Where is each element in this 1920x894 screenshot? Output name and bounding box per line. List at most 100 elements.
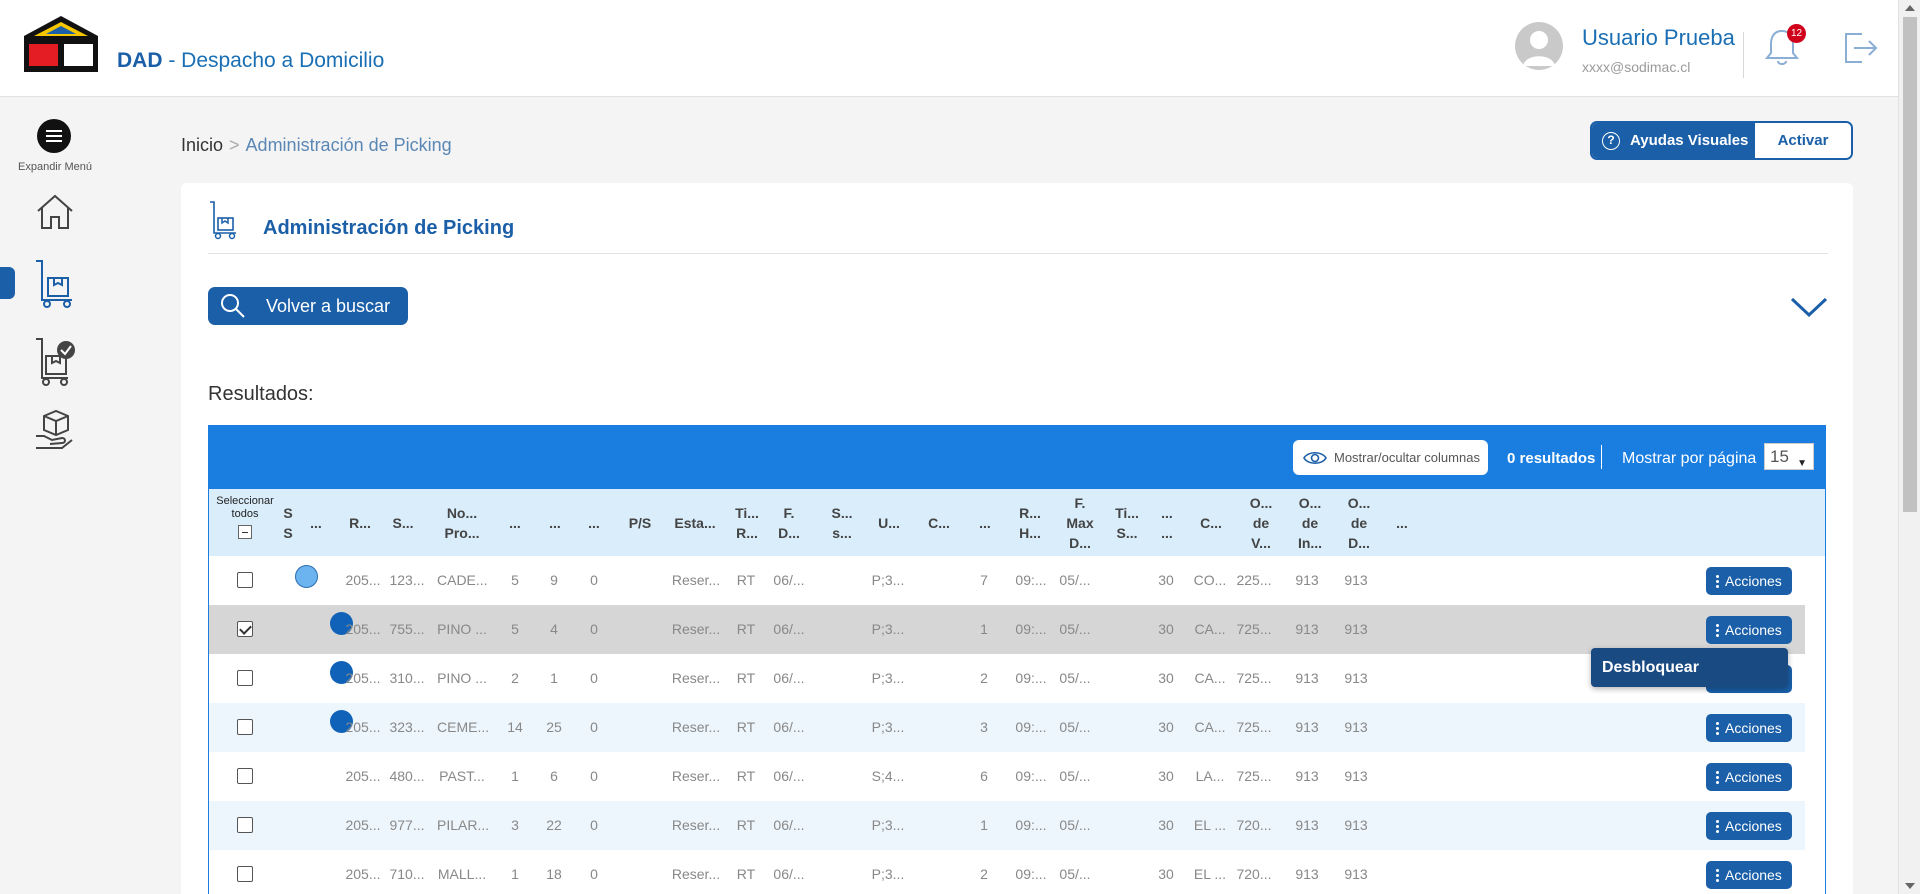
table-cell: 205... bbox=[345, 670, 381, 686]
row-checkbox[interactable] bbox=[237, 768, 253, 784]
delivery-hand-icon[interactable] bbox=[34, 408, 76, 450]
picking-done-icon[interactable] bbox=[34, 336, 76, 386]
select-all-checkbox[interactable] bbox=[238, 525, 252, 539]
scroll-up-arrow-icon[interactable] bbox=[1905, 5, 1915, 11]
table-cell: RT bbox=[736, 817, 756, 833]
logout-icon[interactable] bbox=[1840, 28, 1880, 68]
table-cell: 30 bbox=[1158, 866, 1174, 882]
toggle-columns-button[interactable]: Mostrar/ocultar columnas bbox=[1293, 440, 1488, 475]
table-cell: 3 bbox=[980, 719, 988, 735]
actions-label: Acciones bbox=[1725, 720, 1782, 736]
table-cell: 1 bbox=[980, 621, 988, 637]
activate-button[interactable]: Activar bbox=[1755, 123, 1851, 158]
table-cell: EL ... bbox=[1193, 866, 1227, 882]
table-row[interactable]: 205... 323... CEME... 14 25 0 Reser... RT 06/...… bbox=[209, 703, 1805, 752]
table-cell: 0 bbox=[590, 719, 598, 735]
select-all[interactable]: Seleccionar todos bbox=[214, 495, 276, 539]
column-header[interactable]: U... bbox=[870, 489, 908, 556]
row-checkbox[interactable] bbox=[237, 866, 253, 882]
table-cell: 05/... bbox=[1059, 866, 1091, 882]
unlock-menu-item[interactable]: Desbloquear bbox=[1591, 648, 1788, 687]
table-row[interactable]: 205... 710... MALL... 1 18 0 Reser... RT 06/... P… bbox=[209, 850, 1805, 894]
table-cell: 0 bbox=[590, 670, 598, 686]
actions-button[interactable]: Acciones bbox=[1706, 861, 1792, 889]
table-cell bbox=[621, 703, 657, 752]
table-cell: CA... bbox=[1194, 621, 1226, 637]
table-cell bbox=[821, 605, 861, 654]
column-header[interactable]: ... bbox=[1389, 489, 1415, 556]
table-cell: 0 bbox=[590, 621, 598, 637]
actions-button[interactable]: Acciones bbox=[1706, 616, 1792, 644]
search-again-button[interactable]: Volver a buscar bbox=[208, 287, 408, 325]
column-header[interactable]: Ti... R... bbox=[728, 489, 766, 556]
table-cell bbox=[1107, 850, 1143, 894]
column-header[interactable]: SS bbox=[281, 489, 295, 556]
row-checkbox[interactable] bbox=[237, 719, 253, 735]
table-cell: 123... bbox=[389, 572, 425, 588]
toolbar-separator bbox=[1601, 445, 1602, 469]
column-header[interactable]: ...... bbox=[1149, 489, 1185, 556]
actions-button[interactable]: Acciones bbox=[1706, 567, 1792, 595]
column-header[interactable]: Ti... S... bbox=[1107, 489, 1147, 556]
row-checkbox[interactable] bbox=[237, 621, 253, 637]
table-row[interactable]: 205... 310... PINO ... 2 1 0 Reser... RT 06/... P… bbox=[209, 654, 1805, 703]
column-header[interactable]: ... bbox=[577, 489, 611, 556]
table-cell bbox=[821, 850, 861, 894]
table-row[interactable]: 205... 755... PINO ... 5 4 0 Reser... RT 06/... P… bbox=[209, 605, 1805, 654]
breadcrumb-current: Administración de Picking bbox=[245, 135, 452, 155]
table-cell: 205... bbox=[345, 719, 381, 735]
table-cell: 205... bbox=[345, 866, 381, 882]
vertical-scrollbar[interactable] bbox=[1898, 0, 1920, 894]
column-header[interactable]: ... bbox=[303, 489, 329, 556]
chevron-down-icon[interactable] bbox=[1789, 293, 1829, 321]
table-cell: 30 bbox=[1158, 670, 1174, 686]
column-header[interactable]: C... bbox=[920, 489, 958, 556]
column-header[interactable]: No... Pro... bbox=[434, 489, 490, 556]
column-header[interactable]: S... s... bbox=[821, 489, 863, 556]
table-cell bbox=[1107, 556, 1143, 605]
column-header[interactable]: P/S bbox=[621, 489, 659, 556]
table-cell: 913 bbox=[1295, 817, 1319, 833]
avatar[interactable] bbox=[1515, 22, 1563, 70]
table-cell: 1 bbox=[980, 817, 988, 833]
column-header[interactable]: S... bbox=[385, 489, 421, 556]
actions-button[interactable]: Acciones bbox=[1706, 763, 1792, 791]
table-cell bbox=[621, 752, 657, 801]
home-icon[interactable] bbox=[34, 191, 76, 233]
header-divider bbox=[1743, 32, 1744, 78]
visual-help-button[interactable]: ? Ayudas Visuales bbox=[1592, 123, 1755, 158]
column-header[interactable]: C... bbox=[1192, 489, 1230, 556]
table-row[interactable]: 205... 480... PAST... 1 6 0 Reser... RT 06/... S;… bbox=[209, 752, 1805, 801]
column-header[interactable]: O... de D... bbox=[1339, 489, 1379, 556]
sodimac-logo[interactable] bbox=[20, 14, 102, 74]
menu-toggle-button[interactable] bbox=[37, 119, 71, 153]
per-page-select[interactable]: 15 ▼ bbox=[1764, 443, 1814, 470]
breadcrumb-home[interactable]: Inicio bbox=[181, 135, 223, 155]
table-cell: 205... bbox=[345, 817, 381, 833]
table-cell: 1 bbox=[511, 768, 519, 784]
column-header[interactable]: O... de V... bbox=[1241, 489, 1281, 556]
table-cell: 1 bbox=[550, 670, 558, 686]
column-header[interactable]: O... de In... bbox=[1290, 489, 1330, 556]
column-header[interactable]: ... bbox=[968, 489, 1002, 556]
row-checkbox[interactable] bbox=[237, 817, 253, 833]
scroll-down-arrow-icon[interactable] bbox=[1905, 883, 1915, 889]
column-header[interactable]: ... bbox=[498, 489, 532, 556]
table-row[interactable]: 205... 977... PILAR... 3 22 0 Reser... RT 06/...… bbox=[209, 801, 1805, 850]
column-header[interactable]: R... H... bbox=[1010, 489, 1050, 556]
picking-cart-icon[interactable] bbox=[34, 258, 76, 308]
row-checkbox[interactable] bbox=[237, 670, 253, 686]
table-cell bbox=[821, 703, 861, 752]
column-header[interactable]: R... bbox=[342, 489, 378, 556]
table-cell: 09:... bbox=[1015, 768, 1047, 784]
column-header[interactable]: ... bbox=[538, 489, 572, 556]
actions-button[interactable]: Acciones bbox=[1706, 714, 1792, 742]
table-cell: 7 bbox=[980, 572, 988, 588]
actions-button[interactable]: Acciones bbox=[1706, 812, 1792, 840]
row-checkbox[interactable] bbox=[237, 572, 253, 588]
column-header[interactable]: F. D... bbox=[771, 489, 807, 556]
column-header[interactable]: Esta... bbox=[668, 489, 722, 556]
scrollbar-thumb[interactable] bbox=[1903, 17, 1917, 512]
table-row[interactable]: 205... 123... CADE... 5 9 0 Reser... RT 06/... P;… bbox=[209, 556, 1805, 605]
column-header[interactable]: F. Max D... bbox=[1058, 489, 1102, 556]
